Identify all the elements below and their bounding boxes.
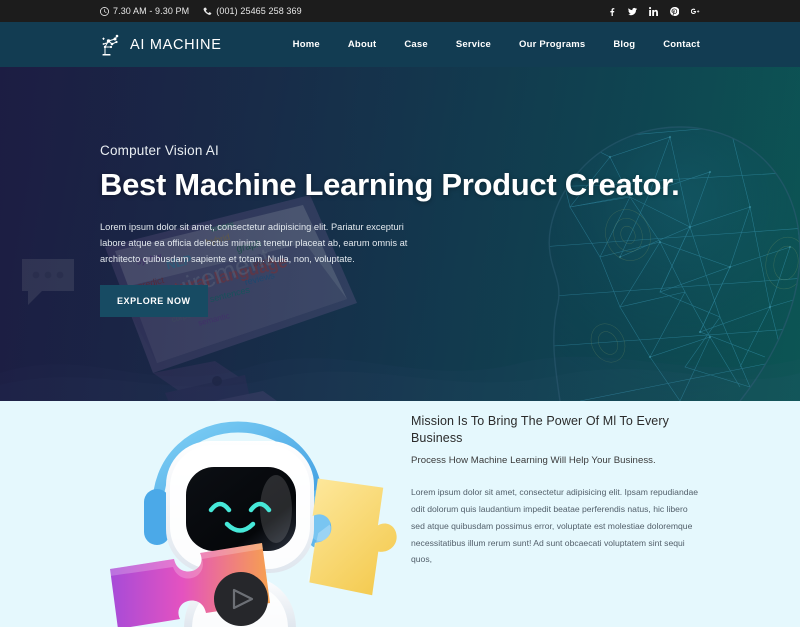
robot-mascot-illustration (110, 417, 420, 627)
facebook-icon[interactable] (606, 6, 616, 17)
video-play-button (214, 572, 268, 626)
explore-now-button[interactable]: EXPLORE NOW (100, 284, 208, 317)
linkedin-icon[interactable] (648, 6, 658, 17)
clock-icon (100, 6, 109, 16)
phone-icon (203, 7, 212, 16)
business-hours-text: 7.30 AM - 9.30 PM (113, 6, 190, 16)
hero-title: Best Machine Learning Product Creator. (100, 167, 680, 202)
business-hours: 7.30 AM - 9.30 PM (100, 6, 189, 16)
mission-paragraph: Lorem ipsum dolor sit amet, consectetur … (411, 487, 699, 565)
phone-number: (001) 25465 258 369 (203, 6, 302, 16)
robot-arm-icon (100, 32, 122, 58)
mission-section: Mission Is To Bring The Power Of Ml To E… (0, 401, 800, 627)
nav-menu: Home About Case Service Our Programs Blo… (293, 39, 700, 50)
site-logo[interactable]: AI MACHINE (100, 32, 222, 58)
mission-text-block: Mission Is To Bring The Power Of Ml To E… (411, 413, 703, 568)
hero-subtitle: Computer Vision AI (100, 143, 219, 158)
nav-item-blog[interactable]: Blog (613, 39, 635, 50)
hero-section: natural language NLP syntax hybrid graph… (0, 67, 800, 401)
phone-number-text: (001) 25465 258 369 (216, 6, 302, 16)
mission-heading: Mission Is To Bring The Power Of Ml To E… (411, 414, 669, 446)
main-navigation-bar: AI MACHINE Home About Case Service Our P… (0, 22, 800, 67)
top-bar-info: 7.30 AM - 9.30 PM (001) 25465 258 369 (100, 6, 302, 16)
nav-item-home[interactable]: Home (293, 39, 320, 50)
nav-item-our-programs[interactable]: Our Programs (519, 39, 585, 50)
top-bar: 7.30 AM - 9.30 PM (001) 25465 258 369 (0, 0, 800, 22)
nav-item-contact[interactable]: Contact (663, 39, 700, 50)
twitter-icon[interactable] (627, 6, 637, 17)
pinterest-icon[interactable] (669, 6, 679, 17)
hero-content: Computer Vision AI Best Machine Learning… (0, 67, 800, 317)
mission-lead-text: Process How Machine Learning Will Help Y… (411, 454, 656, 466)
nav-item-case[interactable]: Case (404, 39, 428, 50)
site-logo-text: AI MACHINE (130, 36, 222, 53)
puzzle-piece-yellow (307, 478, 397, 596)
nav-item-service[interactable]: Service (456, 39, 491, 50)
nav-item-about[interactable]: About (348, 39, 376, 50)
googleplus-icon[interactable] (690, 6, 700, 17)
hero-paragraph: Lorem ipsum dolor sit amet, consectetur … (100, 221, 408, 265)
social-links (606, 6, 700, 17)
